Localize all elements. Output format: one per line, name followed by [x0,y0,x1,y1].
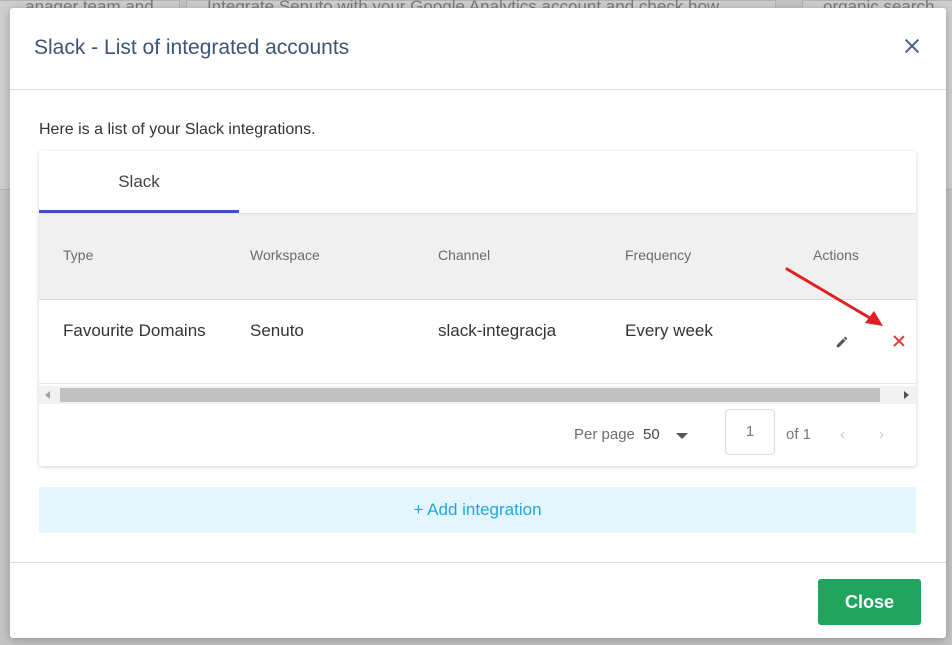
table-row: Favourite Domains Senuto slack-integracj… [39,300,916,384]
modal-header: Slack - List of integrated accounts [10,8,946,90]
scroll-right-icon[interactable] [904,391,909,399]
modal-title: Slack - List of integrated accounts [34,36,350,59]
prev-page-icon[interactable]: ‹ [840,426,845,443]
cell-workspace: Senuto [250,321,304,340]
horizontal-scrollbar[interactable] [39,386,916,404]
next-page-icon[interactable]: › [879,426,884,443]
tab-bar: Slack [39,151,916,213]
close-icon[interactable] [904,38,920,54]
per-page-select[interactable]: 50 [643,426,660,443]
delete-x-icon[interactable] [893,335,905,347]
integrations-modal: Slack - List of integrated accounts Here… [10,8,946,638]
modal-footer: Close [10,562,946,638]
pagination: Per page 50 1 of 1 ‹ › [39,404,916,466]
column-header-actions: Actions [813,247,859,263]
column-header-frequency: Frequency [625,247,692,263]
pencil-icon[interactable] [835,335,849,349]
add-integration-button[interactable]: + Add integration [39,487,916,533]
scrollbar-thumb[interactable] [60,388,880,402]
column-header-workspace: Workspace [250,247,320,263]
cell-channel: slack-integracja [438,321,557,340]
cell-type: Favourite Domains [63,321,206,340]
close-button[interactable]: Close [818,579,921,625]
table-header: Type Workspace Channel Frequency Actions [39,213,916,300]
per-page-label: Per page [574,426,635,443]
intro-text: Here is a list of your Slack integration… [39,121,316,138]
integrations-panel: Slack Type Workspace Channel Frequency A… [39,151,916,466]
column-header-channel: Channel [438,247,491,263]
page-number-input[interactable]: 1 [725,409,775,455]
page-count-label: of 1 [786,426,812,443]
caret-down-icon[interactable] [676,433,688,439]
column-header-type: Type [63,247,94,263]
tab-slack[interactable]: Slack [39,151,239,213]
cell-frequency: Every week [625,321,713,340]
scroll-left-icon[interactable] [45,391,50,399]
